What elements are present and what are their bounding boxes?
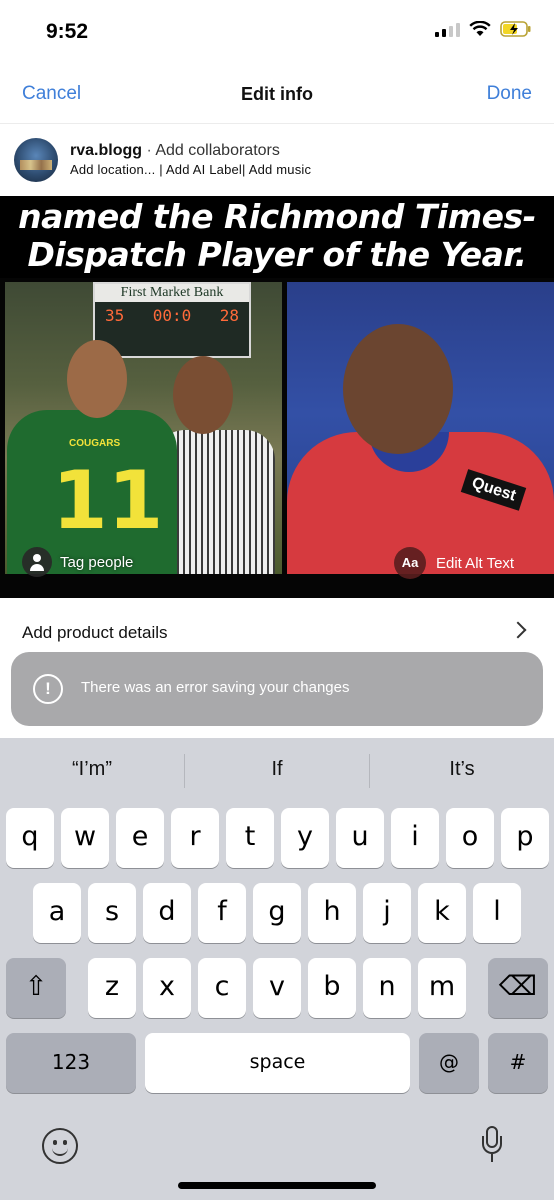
scoreboard-brand: First Market Bank bbox=[95, 284, 249, 302]
suggestion-3[interactable]: It’s bbox=[370, 758, 554, 781]
error-toast-message: There was an error saving your changes bbox=[81, 679, 350, 696]
key-z[interactable]: z bbox=[88, 958, 136, 1018]
key-s[interactable]: s bbox=[88, 883, 136, 943]
key-e[interactable]: e bbox=[116, 808, 164, 868]
key-j[interactable]: j bbox=[363, 883, 411, 943]
alert-circle-icon: ! bbox=[33, 674, 63, 704]
scoreboard-guest: 28 bbox=[219, 306, 239, 325]
status-bar: 9:52 bbox=[0, 0, 554, 66]
add-location-link[interactable]: Add location... bbox=[70, 162, 155, 177]
key-u[interactable]: u bbox=[336, 808, 384, 868]
suggestion-1[interactable]: “I’m” bbox=[0, 758, 184, 781]
portrait-head bbox=[343, 324, 453, 454]
photo-left-football: First Market Bank 35 00:0 28 COUGARS 11 bbox=[5, 282, 282, 574]
scoreboard-digits: 35 00:0 28 bbox=[105, 306, 239, 325]
delete-key[interactable]: ⌫ bbox=[488, 958, 548, 1018]
key-g[interactable]: g bbox=[253, 883, 301, 943]
person-icon bbox=[22, 547, 52, 577]
headline-line-1: named the Richmond Times- bbox=[18, 197, 536, 236]
home-indicator[interactable] bbox=[178, 1182, 376, 1189]
key-x[interactable]: x bbox=[143, 958, 191, 1018]
key-m[interactable]: m bbox=[418, 958, 466, 1018]
key-p[interactable]: p bbox=[501, 808, 549, 868]
emoji-icon[interactable] bbox=[42, 1128, 78, 1164]
key-k[interactable]: k bbox=[418, 883, 466, 943]
wifi-icon bbox=[469, 21, 491, 36]
hash-key[interactable]: # bbox=[488, 1033, 548, 1093]
battery-charging-icon bbox=[500, 21, 531, 37]
key-n[interactable]: n bbox=[363, 958, 411, 1018]
shift-key[interactable]: ⇧ bbox=[6, 958, 66, 1018]
username: rva.blogg bbox=[70, 142, 143, 159]
key-b[interactable]: b bbox=[308, 958, 356, 1018]
key-o[interactable]: o bbox=[446, 808, 494, 868]
key-c[interactable]: c bbox=[198, 958, 246, 1018]
key-f[interactable]: f bbox=[198, 883, 246, 943]
photo-right-portrait: Quest bbox=[287, 282, 554, 574]
add-music-link[interactable]: Add music bbox=[249, 162, 312, 177]
separator-dot: · bbox=[146, 142, 152, 159]
tag-people-button[interactable]: Tag people bbox=[22, 547, 133, 577]
key-w[interactable]: w bbox=[61, 808, 109, 868]
divider: | bbox=[159, 162, 163, 177]
keyboard: “I’m” If It’s q w e r t y u i o p a s d … bbox=[0, 738, 554, 1200]
error-toast: ! There was an error saving your changes bbox=[11, 652, 543, 726]
edit-alt-text-button[interactable]: Aa Edit Alt Text bbox=[394, 547, 514, 579]
image-headline: named the Richmond Times- Dispatch Playe… bbox=[0, 196, 554, 278]
predictive-suggestions: “I’m” If It’s bbox=[0, 738, 554, 802]
add-product-details-label: Add product details bbox=[22, 623, 168, 642]
man-head bbox=[173, 356, 233, 434]
key-h[interactable]: h bbox=[308, 883, 356, 943]
divider: | bbox=[242, 162, 246, 177]
done-button[interactable]: Done bbox=[487, 83, 532, 105]
key-d[interactable]: d bbox=[143, 883, 191, 943]
numbers-key[interactable]: 123 bbox=[6, 1033, 136, 1093]
status-icons bbox=[435, 20, 532, 38]
suggestion-2[interactable]: If bbox=[185, 758, 369, 781]
signal-icon bbox=[435, 21, 460, 37]
space-key[interactable]: space bbox=[145, 1033, 410, 1093]
post-options-line: Add location... | Add AI Label| Add musi… bbox=[70, 162, 311, 177]
avatar bbox=[14, 138, 58, 182]
post-image[interactable]: named the Richmond Times- Dispatch Playe… bbox=[0, 196, 554, 598]
page-title: Edit info bbox=[241, 84, 313, 104]
scoreboard-clock: 00:0 bbox=[152, 306, 192, 325]
author-line: rva.blogg · Add collaborators bbox=[70, 142, 280, 160]
key-v[interactable]: v bbox=[253, 958, 301, 1018]
at-key[interactable]: @ bbox=[419, 1033, 479, 1093]
post-author-row: rva.blogg · Add collaborators Add locati… bbox=[0, 132, 554, 194]
key-l[interactable]: l bbox=[473, 883, 521, 943]
edit-alt-text-label: Edit Alt Text bbox=[436, 554, 515, 572]
key-i[interactable]: i bbox=[391, 808, 439, 868]
key-t[interactable]: t bbox=[226, 808, 274, 868]
chevron-right-icon bbox=[509, 621, 527, 639]
microphone-icon[interactable] bbox=[482, 1126, 502, 1166]
key-y[interactable]: y bbox=[281, 808, 329, 868]
key-q[interactable]: q bbox=[6, 808, 54, 868]
add-ai-label-link[interactable]: Add AI Label bbox=[166, 162, 242, 177]
scoreboard: First Market Bank 35 00:0 28 bbox=[93, 282, 251, 358]
add-product-details-row[interactable]: Add product details bbox=[0, 606, 554, 658]
add-collaborators-link[interactable]: Add collaborators bbox=[155, 142, 280, 159]
jersey-number: 11 bbox=[52, 454, 164, 547]
tag-people-label: Tag people bbox=[60, 553, 134, 571]
scoreboard-home: 35 bbox=[105, 306, 125, 325]
status-time: 9:52 bbox=[46, 20, 89, 43]
key-a[interactable]: a bbox=[33, 883, 81, 943]
headline-line-2: Dispatch Player of the Year. bbox=[27, 235, 527, 274]
key-r[interactable]: r bbox=[171, 808, 219, 868]
top-nav: Cancel Edit info Done bbox=[0, 66, 554, 124]
player-head bbox=[67, 340, 127, 418]
text-aa-icon: Aa bbox=[394, 547, 426, 579]
jersey-team: COUGARS bbox=[69, 438, 121, 449]
